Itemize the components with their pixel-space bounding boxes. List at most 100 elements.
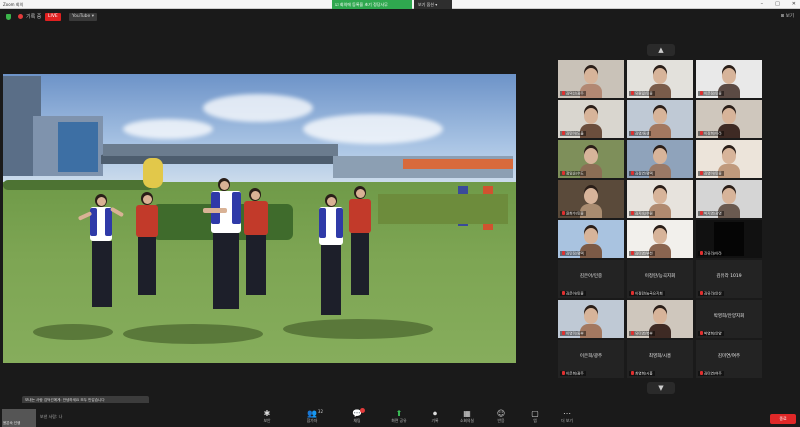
muted-mic-icon: [562, 250, 565, 255]
participant-name-label: 이정희/아라: [698, 130, 724, 136]
flowerbed: [378, 194, 508, 224]
participant-body: [649, 124, 671, 138]
participant-name: 유미영/북부: [635, 331, 653, 335]
participant-tile[interactable]: 김미영/부천: [627, 220, 693, 258]
breakout-button[interactable]: ▦ 소회의실: [452, 409, 482, 427]
window-controls: – □ ✕: [761, 0, 796, 9]
cloud: [123, 119, 213, 139]
reactions-icon: ☺: [496, 409, 506, 418]
participant-face: [584, 228, 598, 244]
shield-icon[interactable]: [6, 14, 11, 20]
building: [58, 122, 98, 172]
security-icon: ✱: [263, 409, 271, 418]
participant-tile[interactable]: 이영미/동부: [558, 300, 624, 338]
participant-name: 김영/동생: [635, 131, 650, 135]
more-button[interactable]: ⋯ 더 보기: [552, 409, 582, 427]
participant-name-label: 유원일/민중: [629, 90, 655, 96]
participant-tile[interactable]: 김민아/도울: [558, 100, 624, 138]
participant-face: [584, 68, 598, 84]
more-label: 더 보기: [561, 418, 573, 423]
participant-tile[interactable]: 이은희/광주 이은희/광주: [558, 340, 624, 378]
participant-name: 윤희수/민중: [566, 211, 584, 215]
participant-tile[interactable]: 김유라 1019 김유라/안산: [696, 260, 762, 298]
muted-mic-icon: [700, 90, 703, 95]
end-meeting-button[interactable]: 종료: [770, 414, 796, 424]
muted-mic-icon: [631, 90, 634, 95]
gallery-down-button[interactable]: ▼: [647, 382, 675, 394]
apps-button[interactable]: ▢ 앱: [520, 409, 550, 427]
participant-tile[interactable]: 유미영/북부: [627, 300, 693, 338]
chat-button[interactable]: 💬 채팅: [342, 408, 372, 427]
maximize-icon[interactable]: □: [775, 0, 780, 9]
more-icon: ⋯: [563, 409, 571, 418]
self-view-name: 윤은숙 선생: [3, 421, 21, 425]
cloud: [203, 94, 313, 122]
view-options-button[interactable]: 보기 옵션 ▾: [414, 0, 452, 9]
participant-tile[interactable]: 김민정/평택: [558, 220, 624, 258]
participant-tile[interactable]: 유원일/민중: [627, 60, 693, 98]
participants-button[interactable]: 👥 참가자 32: [297, 409, 327, 427]
zoom-window: Zoom 회의 ☑ 회의에 등록을 초기 정당사무 보기 옵션 ▾ – □ ✕ …: [0, 0, 800, 427]
muted-mic-icon: [700, 330, 703, 335]
participant-tile[interactable]: 최영희/시흥 최영희/시흥: [627, 340, 693, 378]
participant-face: [584, 188, 598, 204]
participant-name-label: 김영/동생: [629, 130, 652, 136]
participant-tile[interactable]: 이은정/민중: [696, 60, 762, 98]
participant-tile[interactable]: 박영희/안양지회 박영희/안양: [696, 300, 762, 338]
participant-tile[interactable]: 김덕선/광주: [558, 60, 624, 98]
participant-tile[interactable]: 이정희/아라: [696, 100, 762, 138]
participant-tile[interactable]: 김은아/민중 김은아/민중: [558, 260, 624, 298]
muted-mic-icon: [562, 290, 565, 295]
apps-label: 앱: [533, 418, 537, 423]
minimize-icon[interactable]: –: [761, 0, 764, 9]
recording-label: 기록 중: [26, 14, 42, 20]
muted-mic-icon: [700, 210, 703, 215]
participant-tile[interactable]: 이정란/능곡지회 이정란/능곡요지회: [627, 260, 693, 298]
participant-display-name: 최영희/시흥: [648, 354, 672, 359]
statue: [143, 158, 163, 188]
participant-tile[interactable]: 김지숙/수원: [627, 180, 693, 218]
participant-tile[interactable]: 진유라/아라: [696, 220, 762, 258]
share-button[interactable]: ⬆ 화면 공유: [384, 409, 414, 427]
youtube-stream-button[interactable]: YouTube ▾: [69, 13, 97, 21]
participant-display-name: 김유라 1019: [716, 274, 742, 279]
chat-label: 채팅: [353, 418, 361, 423]
shadow: [33, 324, 113, 340]
title-bar: Zoom 회의 ☑ 회의에 등록을 초기 정당사무 보기 옵션 ▾ – □ ✕: [0, 0, 800, 9]
solar-roof: [103, 144, 338, 156]
participant-count: 32: [317, 409, 323, 414]
gallery-up-button[interactable]: ▲: [647, 44, 675, 56]
self-view[interactable]: 윤은숙 선생: [2, 409, 36, 427]
record-button[interactable]: ⏺ 기록: [420, 409, 450, 427]
participant-name: 정임순/수도: [566, 171, 584, 175]
participant-tile[interactable]: 박지영/광명: [696, 180, 762, 218]
participant-face: [722, 68, 736, 84]
participant-name-label: 최영희/시흥: [629, 370, 655, 376]
participant-name: 최영희/시흥: [635, 371, 653, 375]
meeting-banner[interactable]: ☑ 회의에 등록을 초기 정당사무: [332, 0, 412, 9]
participant-name: 김덕선/광주: [566, 91, 584, 95]
security-button[interactable]: ✱ 보안: [252, 409, 282, 427]
participant-name-label: 김덕선/광주: [560, 90, 586, 96]
muted-mic-icon: [700, 130, 703, 135]
chat-sender-label: 보낸 사람: 나: [40, 414, 63, 419]
participant-tile[interactable]: 김미연/여주 김미연/여주: [696, 340, 762, 378]
participant-tile[interactable]: 윤희수/민중: [558, 180, 624, 218]
close-icon[interactable]: ✕: [792, 0, 796, 9]
participant-tile[interactable]: 김영아/민중: [696, 140, 762, 178]
hedge: [3, 180, 153, 190]
participant-name-label: 김미영/부천: [629, 250, 655, 256]
participant-name-label: 김유라/안산: [698, 290, 724, 296]
participant-name-label: 유미영/북부: [629, 330, 655, 336]
muted-mic-icon: [562, 210, 565, 215]
live-badge[interactable]: LIVE: [45, 13, 61, 21]
participant-name-label: 김민아/도울: [560, 130, 586, 136]
reactions-button[interactable]: ☺ 반응: [486, 409, 516, 427]
participant-tile[interactable]: 정임순/수도: [558, 140, 624, 178]
participant-name-label: 이은희/광주: [560, 370, 586, 376]
participant-tile[interactable]: 김영/동생: [627, 100, 693, 138]
view-toggle[interactable]: ⊞ 보기: [781, 13, 794, 19]
participant-name: 김정연/평택: [635, 171, 653, 175]
participant-name: 김영아/민중: [704, 171, 722, 175]
participant-tile[interactable]: 김정연/평택: [627, 140, 693, 178]
